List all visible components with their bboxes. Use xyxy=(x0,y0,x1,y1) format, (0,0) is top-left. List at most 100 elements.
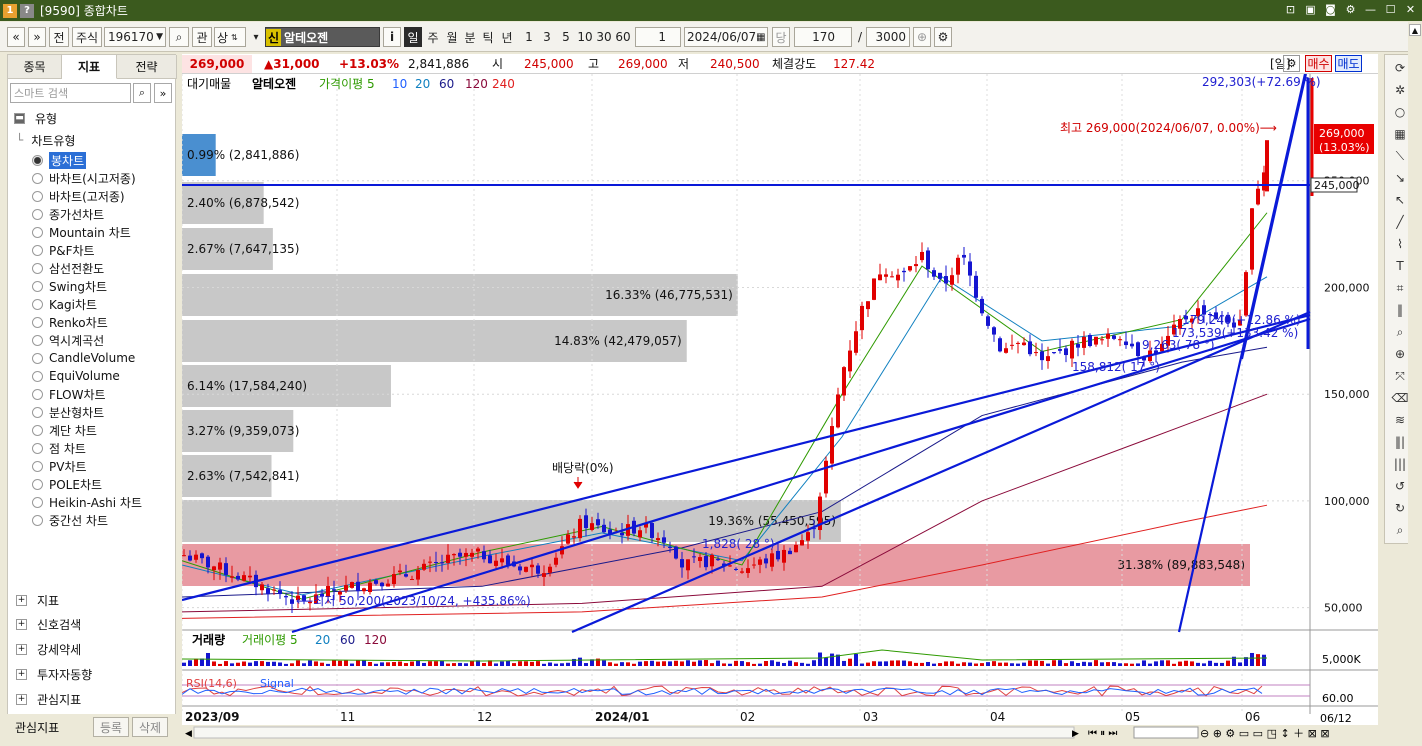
market-select[interactable]: 주식 xyxy=(72,27,102,47)
close-icon[interactable]: ✕ xyxy=(1403,2,1418,17)
chart-svg[interactable]: 0.99% (2,841,886) 2.40% (6,878,542) 2.67% … xyxy=(182,74,1378,740)
help-icon[interactable]: ? xyxy=(20,3,34,18)
interval-10[interactable]: 10 xyxy=(576,27,594,47)
link-icon[interactable]: ⊡ xyxy=(1283,2,1298,17)
zoom-controls-icon[interactable]: ⊖ ⊕ ⚙ ▭ ▭ ◳ ↕ ＋ ⊠ ⊠ xyxy=(1200,727,1330,740)
next-button[interactable]: » xyxy=(28,27,46,47)
chart-type-item[interactable]: 중간선 차트 xyxy=(32,511,108,529)
maximize-icon[interactable]: ☐ xyxy=(1383,2,1398,17)
radio-icon[interactable] xyxy=(32,334,43,346)
radio-icon[interactable] xyxy=(32,442,43,454)
zoom-in-icon[interactable]: ⊕ xyxy=(913,27,931,47)
chart-type-item[interactable]: P&F차트 xyxy=(32,241,95,259)
radio-icon[interactable] xyxy=(32,406,43,418)
category-row[interactable]: ▬ 유형 xyxy=(14,109,57,127)
all-button[interactable]: 전 xyxy=(49,27,69,47)
count-input[interactable]: 170 xyxy=(794,27,852,47)
minimize-icon[interactable]: — xyxy=(1363,2,1378,17)
gear-icon[interactable]: ⚙ xyxy=(1343,2,1358,17)
chart-type-item[interactable]: 삼선전환도 xyxy=(32,259,104,277)
radio-icon[interactable] xyxy=(32,208,43,220)
chevron-down-icon[interactable]: ▼ xyxy=(156,32,163,42)
max-count-input[interactable]: 3000 xyxy=(866,27,910,47)
radio-icon[interactable] xyxy=(32,262,43,274)
chart-type-item[interactable]: 분산형차트 xyxy=(32,403,104,421)
radio-icon[interactable] xyxy=(32,352,43,364)
dropdown-icon[interactable]: ▾ xyxy=(250,27,262,47)
chart-type-item[interactable]: POLE차트 xyxy=(32,475,102,493)
chart-type-item[interactable]: Heikin-Ashi 차트 xyxy=(32,493,142,511)
chart-type-item[interactable]: 바차트(시고저종) xyxy=(32,169,136,187)
settings-icon[interactable]: ⚙ xyxy=(934,27,952,47)
scroll-right-icon[interactable]: ▶ xyxy=(1072,729,1079,739)
chart-type-item[interactable]: Kagi차트 xyxy=(32,295,97,313)
chart-type-item[interactable]: 봉차트 xyxy=(32,151,87,169)
chart-type-item[interactable]: 종가선차트 xyxy=(32,205,104,223)
date-input[interactable]: 2024/06/07 ▦ xyxy=(684,27,768,47)
scroll-left-icon[interactable]: ◀ xyxy=(185,729,192,739)
group-strength[interactable]: + 강세약세 xyxy=(16,640,81,658)
radio-icon[interactable] xyxy=(32,316,43,328)
radio-icon[interactable] xyxy=(32,478,43,490)
expand-icon[interactable]: » xyxy=(154,83,172,103)
buy-button[interactable]: 매수 xyxy=(1305,55,1332,72)
interval-60[interactable]: 60 xyxy=(614,27,632,47)
chart-settings-icon[interactable]: ⚙ xyxy=(1283,55,1300,72)
chart-area[interactable]: 269,000 ▲31,000 +13.03% 2,841,886 시 245,… xyxy=(182,54,1378,740)
chart-type-item[interactable]: PV차트 xyxy=(32,457,87,475)
current-button[interactable]: 당 xyxy=(772,27,790,47)
chart-type-item[interactable]: FLOW차트 xyxy=(32,385,106,403)
chart-type-item[interactable]: EquiVolume xyxy=(32,367,120,385)
radio-icon[interactable] xyxy=(32,154,43,166)
radio-icon[interactable] xyxy=(32,460,43,472)
chart-type-item[interactable]: CandleVolume xyxy=(32,349,135,367)
prev-button[interactable]: « xyxy=(7,27,25,47)
interval-30[interactable]: 30 xyxy=(595,27,613,47)
radio-icon[interactable] xyxy=(32,370,43,382)
chart-type-item[interactable]: 역시계곡선 xyxy=(32,331,104,349)
watch-button[interactable]: 관 xyxy=(192,27,212,47)
period-minute[interactable]: 분 xyxy=(461,27,479,47)
chart-type-item[interactable]: Swing차트 xyxy=(32,277,107,295)
smart-search-input[interactable]: 스마트 검색 xyxy=(10,83,131,103)
radio-icon[interactable] xyxy=(32,226,43,238)
period-year[interactable]: 년 xyxy=(498,27,516,47)
updown-button[interactable]: 상 ⇅ xyxy=(214,27,246,47)
radio-icon[interactable] xyxy=(32,388,43,400)
scroll-up-icon[interactable]: ▲ xyxy=(1409,24,1421,36)
chart-type-item[interactable]: Mountain 차트 xyxy=(32,223,131,241)
vertical-scrollbar[interactable]: ▲ xyxy=(1408,22,1422,746)
search-icon[interactable]: ⌕ xyxy=(169,27,189,47)
info-button[interactable]: i xyxy=(383,27,401,47)
radio-icon[interactable] xyxy=(32,424,43,436)
period-month[interactable]: 월 xyxy=(443,27,461,47)
tab-strategy[interactable]: 전략 xyxy=(117,55,177,79)
period-day[interactable]: 일 xyxy=(404,27,422,47)
interval-1[interactable]: 1 xyxy=(521,27,537,47)
chart-type-item[interactable]: Renko차트 xyxy=(32,313,108,331)
code-input[interactable]: 196170 ▼ xyxy=(104,27,166,47)
playback-icons[interactable]: ⏮ ⏸ ⏭ xyxy=(1088,728,1117,739)
group-signal[interactable]: + 신호검색 xyxy=(16,615,81,633)
period-week[interactable]: 주 xyxy=(424,27,442,47)
subcategory-row[interactable]: └ 차트유형 xyxy=(16,131,75,149)
group-favorite[interactable]: + 관심지표 xyxy=(16,690,81,708)
camera-icon[interactable]: ◙ xyxy=(1323,2,1338,17)
radio-icon[interactable] xyxy=(32,496,43,508)
stock-name-field[interactable]: 신 알테오젠 xyxy=(265,27,380,47)
radio-icon[interactable] xyxy=(32,514,43,526)
tab-indicator[interactable]: 지표 xyxy=(62,55,117,79)
interval-3[interactable]: 3 xyxy=(539,27,555,47)
delete-button[interactable]: 삭제 xyxy=(132,717,168,737)
radio-icon[interactable] xyxy=(32,298,43,310)
radio-icon[interactable] xyxy=(32,190,43,202)
save-icon[interactable]: ▣ xyxy=(1303,2,1318,17)
radio-icon[interactable] xyxy=(32,244,43,256)
tab-stock[interactable]: 종목 xyxy=(8,55,62,79)
scrollbar-track[interactable] xyxy=(193,726,1075,739)
chart-type-item[interactable]: 계단 차트 xyxy=(32,421,97,439)
radio-icon[interactable] xyxy=(32,280,43,292)
period-tick[interactable]: 틱 xyxy=(479,27,497,47)
chart-type-item[interactable]: 바차트(고저종) xyxy=(32,187,125,205)
search-icon[interactable]: ⌕ xyxy=(133,83,151,103)
